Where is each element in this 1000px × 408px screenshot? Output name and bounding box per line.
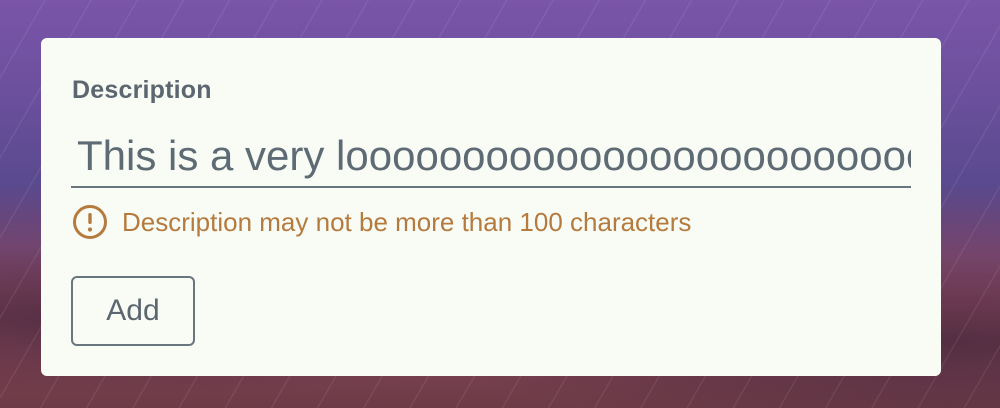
description-label: Description — [72, 76, 212, 104]
add-button[interactable]: Add — [71, 276, 195, 346]
form-card: Description Description may not be more … — [41, 38, 941, 376]
error-message: Description may not be more than 100 cha… — [122, 206, 692, 237]
validation-error: Description may not be more than 100 cha… — [72, 204, 691, 240]
description-input[interactable] — [71, 126, 911, 188]
warning-circle-icon — [72, 204, 108, 240]
